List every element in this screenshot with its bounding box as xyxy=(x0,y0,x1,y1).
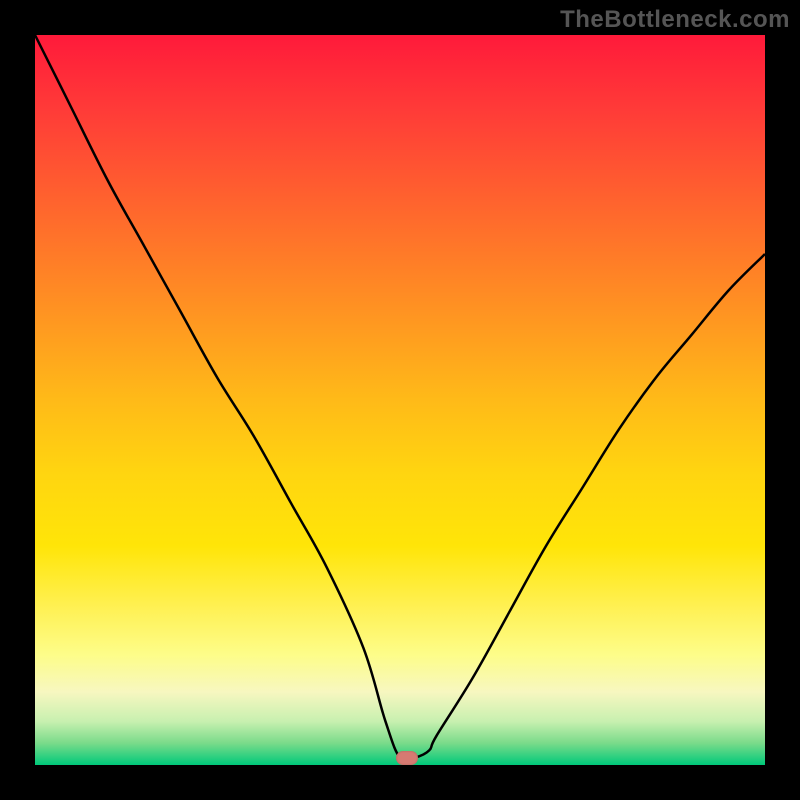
bottleneck-curve xyxy=(35,35,765,761)
optimal-marker xyxy=(396,751,418,765)
watermark: TheBottleneck.com xyxy=(560,6,790,34)
curve-svg xyxy=(0,0,800,800)
chart-frame: TheBottleneck.com xyxy=(0,0,800,800)
